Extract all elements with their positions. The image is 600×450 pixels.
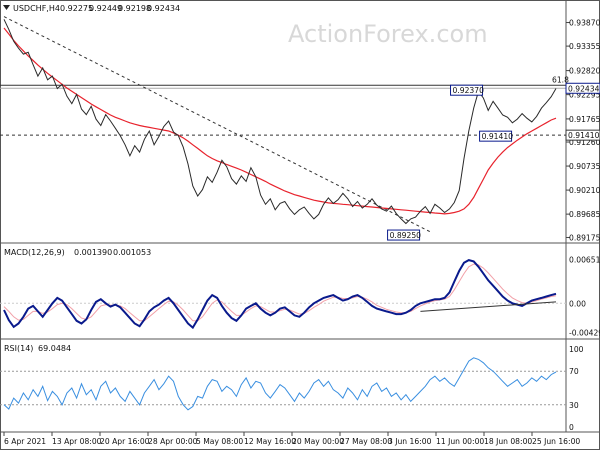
chart-canvas: ActionForex.com USDCHF,H4 0.92275 0.9244… [0, 0, 600, 450]
price-tick-label: 0.89685 [569, 210, 600, 219]
support-level-label: 0.91410 [568, 131, 600, 140]
macd-label: MACD(12,26,9) [4, 248, 65, 257]
macd-tick-label: 0.00 [569, 299, 586, 308]
macd-tick-label: 0.006511 [569, 255, 600, 264]
annotation-label: 0.92370 [453, 86, 485, 95]
price-tick-label: 0.91765 [569, 115, 600, 124]
rsi-tick-label: 0 [569, 423, 574, 432]
time-tick-label: 20 May 00:00 [292, 437, 344, 446]
time-tick-label: 13 Apr 08:00 [52, 437, 102, 446]
price-tick-label: 0.90735 [569, 162, 600, 171]
annotation-label: 0.89250 [390, 231, 422, 240]
price-tick-label: 0.93870 [569, 19, 600, 28]
macd-signal-value: 0.001053 [113, 248, 151, 257]
annotation-label: 0.91410 [482, 132, 514, 141]
time-tick-label: 18 Jun 08:00 [484, 437, 532, 446]
time-tick-label: 27 May 08:00 [340, 437, 392, 446]
time-tick-label: 6 Apr 2021 [4, 437, 46, 446]
time-tick-label: 20 Apr 16:00 [100, 437, 150, 446]
watermark: ActionForex.com [288, 20, 488, 48]
time-tick-label: 12 May 16:00 [244, 437, 296, 446]
chart-frame [0, 0, 600, 450]
time-tick-label: 11 Jun 00:00 [436, 437, 484, 446]
time-tick-label: 28 Apr 00:00 [148, 437, 198, 446]
symbol-label: USDCHF,H4 [13, 4, 60, 13]
macd-value: 0.001390 [74, 248, 112, 257]
rsi-tick-label: 70 [569, 367, 579, 376]
rsi-tick-label: 30 [569, 401, 579, 410]
rsi-value: 69.0484 [38, 344, 71, 353]
price-tick-label: 0.90210 [569, 186, 600, 195]
price-tick-label: 0.89175 [569, 233, 600, 242]
rsi-tick-label: 100 [569, 345, 584, 354]
price-tick-label: 0.93355 [569, 42, 600, 51]
price-tick-label: 0.92820 [569, 67, 600, 76]
time-tick-label: 3 Jun 16:00 [388, 437, 432, 446]
macd-tick-label: -0.004298 [569, 328, 600, 337]
time-tick-label: 25 Jun 16:00 [532, 437, 580, 446]
rsi-label: RSI(14) [4, 344, 33, 353]
time-tick-label: 5 May 08:00 [196, 437, 243, 446]
ohlc-close: 0.92434 [147, 4, 180, 13]
current-price-label: 0.92434 [568, 84, 600, 93]
